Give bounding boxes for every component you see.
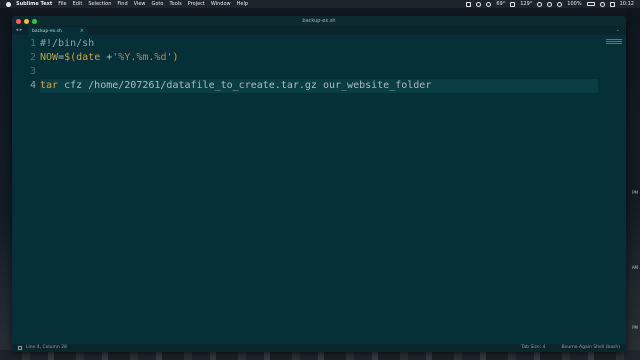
code-line[interactable]: tar cfz /home/207261/datafile_to_create.…: [40, 79, 598, 93]
desktop-side-label: AM: [631, 265, 638, 270]
code-line[interactable]: NOW=$(date +'%Y.%m.%d'): [40, 51, 598, 65]
menu-file[interactable]: File: [58, 0, 66, 8]
code-token: date: [76, 52, 101, 63]
app-menu[interactable]: Sublime Text: [16, 0, 52, 8]
window-titlebar[interactable]: backup-ex.sh: [12, 16, 626, 26]
menu-window[interactable]: Window: [211, 0, 231, 8]
status-bar: Line 4, Column 28 Tab Size: 4 Bourne Aga…: [12, 344, 626, 352]
menu-goto[interactable]: Goto: [152, 0, 164, 8]
code-token: $(: [64, 52, 77, 63]
syntax-selector[interactable]: Bourne Again Shell (bash): [562, 344, 620, 352]
code-line[interactable]: [40, 65, 598, 79]
tab-navigation-icon[interactable]: ◂ ▸: [12, 26, 26, 35]
code-token: NOW: [40, 52, 59, 63]
desktop-side-label: PM: [632, 325, 638, 330]
code-token: '%Y.%m.%d': [112, 52, 173, 63]
play-icon[interactable]: [476, 1, 482, 7]
tab-overflow-icon[interactable]: ⌄: [616, 26, 620, 35]
status-menus: 69° 129° 100% 10:12: [466, 0, 634, 8]
panel-toggle-icon[interactable]: [18, 346, 22, 350]
window-title: backup-ex.sh: [302, 18, 336, 24]
tab-size-setting[interactable]: Tab Size: 4: [521, 344, 545, 352]
screen-icon[interactable]: [466, 1, 472, 7]
tab-label: backup-ex.sh: [32, 28, 62, 34]
menu-tools[interactable]: Tools: [169, 0, 181, 8]
temperature-readout[interactable]: 69°: [496, 0, 505, 8]
code-token: #!/bin/sh: [40, 38, 95, 49]
desktop-background-left: [0, 8, 12, 360]
line-number: 2: [29, 52, 36, 63]
tab-bar: ◂ ▸ backup-ex.sh × ⌄: [12, 26, 626, 35]
menu-view[interactable]: View: [134, 0, 146, 8]
editor-window: backup-ex.sh ◂ ▸ backup-ex.sh × ⌄ 1 2 3 4 #…: [12, 16, 626, 352]
cloud-icon[interactable]: [486, 1, 492, 7]
tab-backup-ex-sh[interactable]: backup-ex.sh ×: [28, 27, 88, 35]
cursor-position[interactable]: Line 4, Column 28: [26, 344, 67, 352]
code-token: ): [172, 52, 179, 63]
code-token: +: [100, 52, 113, 63]
wifi-icon[interactable]: [547, 1, 553, 7]
code-token: cfz /home/207261/datafile_to_create.tar.…: [58, 80, 432, 91]
clock[interactable]: 10:12: [620, 0, 634, 8]
tab-close-icon[interactable]: ×: [80, 28, 84, 34]
menu-project[interactable]: Project: [188, 0, 205, 8]
cpu-readout[interactable]: 129°: [520, 0, 532, 8]
line-number-gutter: 1 2 3 4: [12, 35, 40, 334]
system-menu-bar: Sublime Text File Edit Selection Find Vi…: [0, 0, 640, 8]
code-line[interactable]: #!/bin/sh: [40, 37, 598, 51]
line-number: 1: [29, 38, 36, 49]
code-token: tar: [40, 80, 59, 91]
bluetooth-icon[interactable]: [537, 1, 543, 7]
desktop-side-label: PM: [632, 190, 638, 195]
line-number: 3: [29, 66, 36, 77]
menu-edit[interactable]: Edit: [73, 0, 83, 8]
minimap[interactable]: [606, 39, 622, 45]
line-number: 4: [29, 80, 36, 91]
volume-icon[interactable]: [557, 1, 563, 7]
apple-menu-icon[interactable]: [6, 1, 11, 7]
battery-readout[interactable]: 100%: [567, 0, 581, 8]
editor-area[interactable]: 1 2 3 4 #!/bin/sh NOW=$(date +'%Y.%m.%d') tar…: [12, 35, 626, 334]
menu-help[interactable]: Help: [237, 0, 248, 8]
gpu-icon[interactable]: [510, 1, 516, 7]
desktop-background-right: [626, 8, 640, 360]
control-center-icon[interactable]: [609, 1, 615, 7]
menu-selection[interactable]: Selection: [88, 0, 111, 8]
search-icon[interactable]: [599, 1, 605, 7]
menu-find[interactable]: Find: [117, 0, 127, 8]
battery-icon[interactable]: [586, 2, 595, 6]
